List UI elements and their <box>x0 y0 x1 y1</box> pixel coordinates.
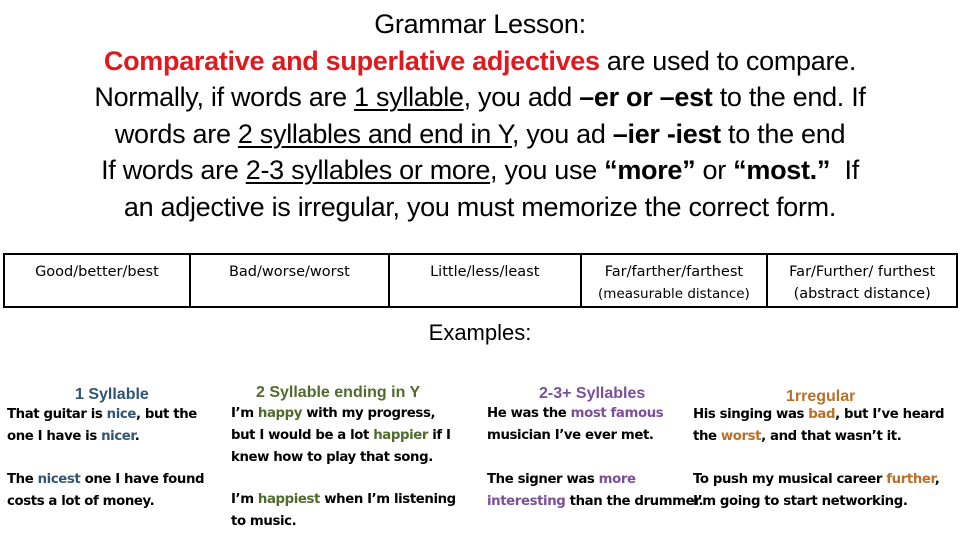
example-text: To push my musical career further, <box>693 472 940 487</box>
irregular-forms-table: Good/better/best Bad/worse/worst Little/… <box>3 253 958 308</box>
key-term: Comparative and superlative adjectives <box>103 45 600 76</box>
lesson-line-6: an adjective is irregular, you must memo… <box>123 191 837 222</box>
example-text: but I would be a lot happier if I <box>231 428 451 443</box>
lesson-line-3: Normally, if words are 1 syllable, you a… <box>94 82 866 112</box>
example-text: The signer was more <box>487 472 636 487</box>
lesson-line-5: If words are 2-3 syllables or more, you … <box>101 155 859 185</box>
example-text: costs a lot of money. <box>7 494 155 509</box>
lesson-line-2: Comparative and superlative adjectives a… <box>103 45 857 76</box>
rule-term: 2 syllables and end in Y <box>237 118 512 149</box>
rule-term: 2-3 syllables or more <box>245 155 491 185</box>
table-row: Good/better/best Bad/worse/worst Little/… <box>3 253 958 308</box>
table-cell: Far/farther/farthest (measurable distance… <box>579 253 769 308</box>
grammar-lesson-text: Grammar Lesson: Comparative and superlat… <box>0 6 960 225</box>
examples-heading: Examples: <box>428 320 532 345</box>
example-text: The nicest one I have found <box>7 472 205 487</box>
suffix-term: –er or –est <box>579 82 713 112</box>
example-text: knew how to play that song. <box>231 450 433 465</box>
table-cell: Good/better/best <box>3 253 191 308</box>
example-text: I’m happiest when I’m listening <box>231 492 456 507</box>
example-text: to music. <box>231 514 297 529</box>
example-text: His singing was bad, but I’ve heard <box>693 407 945 422</box>
column-heading: 1 Syllable <box>75 386 149 403</box>
example-text: interesting than the drummer. <box>487 494 704 509</box>
lesson-line-4: words are 2 syllables and end in Y, you … <box>114 118 846 149</box>
table-cell: Little/less/least <box>388 253 582 308</box>
lesson-title: Grammar Lesson: <box>374 9 586 39</box>
example-text: one I have is nicer. <box>7 429 140 444</box>
table-cell: Far/Further/ furthest (abstract distance) <box>766 253 958 308</box>
suffix-term: “more” <box>604 155 696 185</box>
suffix-term: –ier -iest <box>612 118 721 149</box>
column-heading: 2-3+ Syllables <box>539 385 646 402</box>
example-text: I’m going to start networking. <box>693 494 908 509</box>
column-heading: 2 Syllable ending in Y <box>256 384 421 401</box>
example-text: musician I’ve ever met. <box>487 428 654 443</box>
example-text: the worst, and that wasn’t it. <box>693 429 902 444</box>
example-text: That guitar is nice, but the <box>7 407 197 422</box>
table-cell: Bad/worse/worst <box>188 253 391 308</box>
suffix-term: “most.” <box>733 155 831 185</box>
example-text: I’m happy with my progress, <box>231 406 436 421</box>
rule-term: 1 syllable <box>354 82 464 112</box>
example-text: He was the most famous <box>487 406 664 421</box>
